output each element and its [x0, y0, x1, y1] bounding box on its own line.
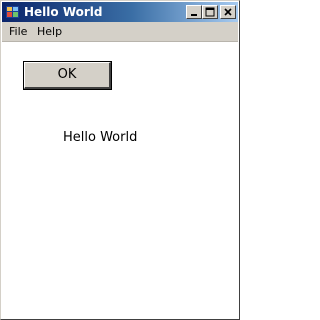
close-icon	[224, 8, 232, 16]
ok-button[interactable]: OK	[23, 61, 112, 90]
hello-text: Hello World	[63, 130, 138, 145]
menu-file[interactable]: File	[9, 22, 27, 41]
close-button[interactable]	[220, 5, 236, 19]
menu-bar: File Help	[2, 22, 238, 42]
app-window: Hello World File Help OK Hello World	[0, 0, 240, 320]
minimize-icon	[191, 14, 197, 16]
maximize-button[interactable]	[202, 5, 218, 19]
menu-help[interactable]: Help	[37, 22, 62, 41]
maximize-icon	[205, 7, 215, 17]
title-bar[interactable]: Hello World	[2, 2, 238, 22]
minimize-button[interactable]	[186, 5, 202, 19]
window-title: Hello World	[24, 5, 103, 19]
app-icon[interactable]	[5, 4, 21, 20]
